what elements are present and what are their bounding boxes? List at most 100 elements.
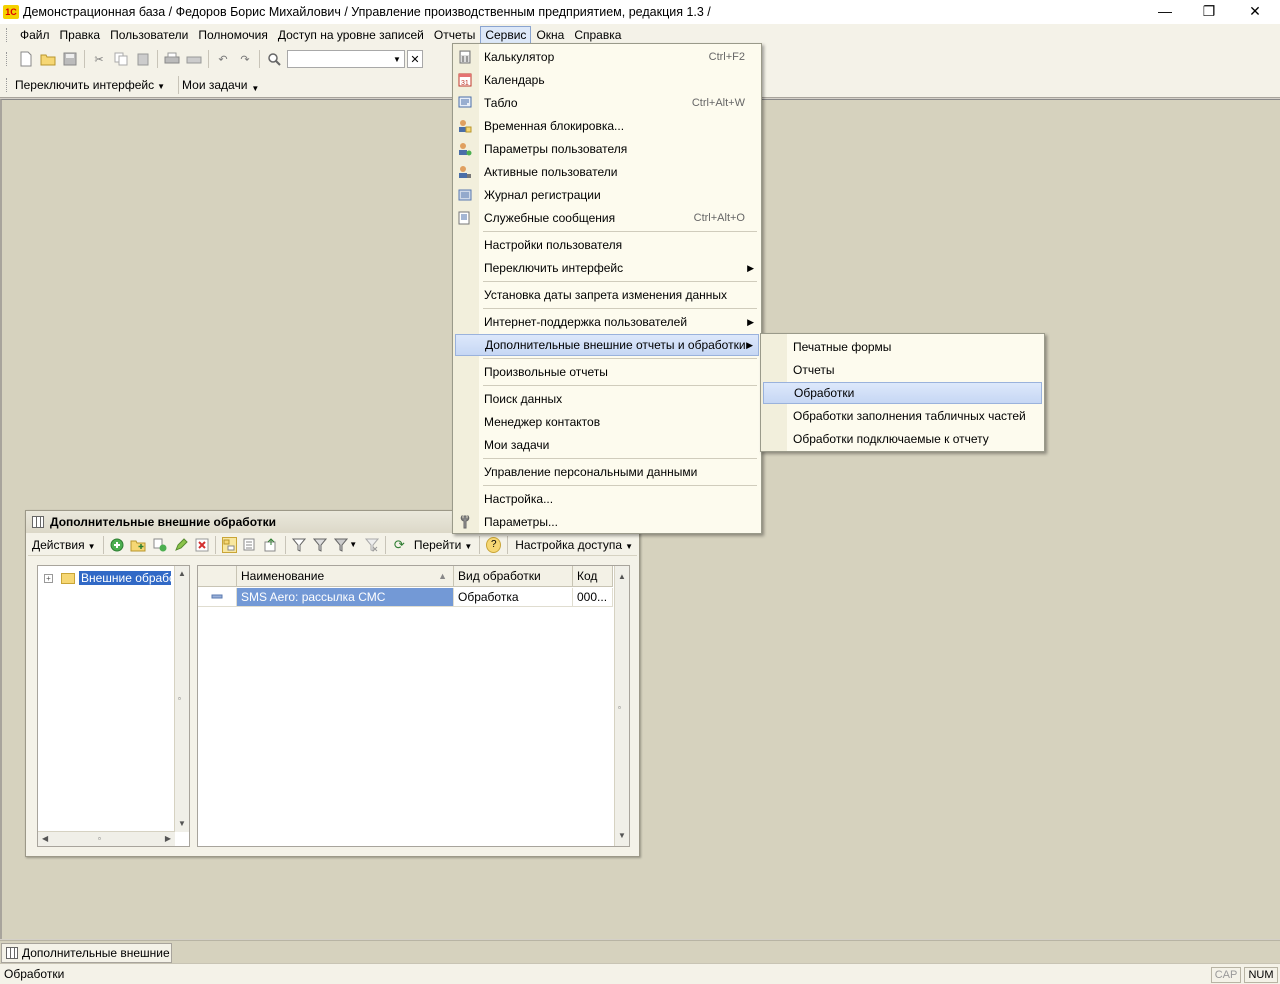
external-processing-window: Дополнительные внешние обработки Действи… [25, 510, 640, 857]
edit-icon[interactable] [173, 537, 188, 553]
submenu-item-processings[interactable]: Обработки [763, 382, 1042, 404]
menu-file[interactable]: Файл [15, 26, 55, 44]
menubar-grip [6, 28, 9, 42]
menu-item-parameters[interactable]: Параметры... [453, 511, 761, 533]
menu-record-access[interactable]: Доступ на уровне записей [273, 26, 429, 44]
paste-icon[interactable] [134, 50, 152, 68]
parent-level-icon[interactable] [264, 537, 279, 553]
menu-item-label: Произвольные отчеты [484, 365, 608, 379]
cut-icon[interactable]: ✂ [90, 50, 108, 68]
menu-item-calendar[interactable]: 31 Календарь [453, 69, 761, 91]
tree-vertical-scrollbar[interactable]: ▲ ▫ ▼ [174, 566, 189, 832]
menu-service[interactable]: Сервис [480, 26, 532, 44]
menu-item-service-messages[interactable]: Служебные сообщения Ctrl+Alt+O [453, 207, 761, 229]
submenu-item-print-forms[interactable]: Печатные формы [761, 336, 1044, 358]
search-dropdown-icon[interactable]: ▼ [390, 51, 404, 67]
menu-item-my-tasks[interactable]: Мои задачи [453, 434, 761, 456]
scroll-down-icon[interactable]: ▼ [178, 819, 186, 828]
menu-item-custom-reports[interactable]: Произвольные отчеты [453, 361, 761, 383]
menu-item-event-log[interactable]: Журнал регистрации [453, 184, 761, 206]
taskbar-window-button[interactable]: Дополнительные внешние ... [1, 943, 172, 963]
actions-menu-button[interactable]: Действия ▼ [28, 538, 100, 552]
table-cell-kind[interactable]: Обработка [454, 588, 573, 607]
chevron-down-icon[interactable]: ▼ [349, 540, 357, 549]
copy-icon[interactable] [112, 50, 130, 68]
search-input[interactable]: ▼ [287, 50, 405, 68]
menu-windows[interactable]: Окна [531, 26, 569, 44]
menu-item-internet-support[interactable]: Интернет-поддержка пользователей ▶ [453, 311, 761, 333]
menu-item-board[interactable]: Табло Ctrl+Alt+W [453, 92, 761, 114]
menu-item-switch-interface[interactable]: Переключить интерфейс ▶ [453, 257, 761, 279]
hierarchy-mode-icon[interactable] [221, 536, 237, 553]
menu-item-lock-date[interactable]: Установка даты запрета изменения данных [453, 284, 761, 306]
chevron-down-icon[interactable]: ▼ [251, 84, 259, 93]
menu-edit[interactable]: Правка [55, 26, 106, 44]
menu-users[interactable]: Пользователи [105, 26, 193, 44]
scroll-thumb-icon[interactable]: ▫ [618, 703, 621, 712]
close-button[interactable]: ✕ [1232, 0, 1278, 22]
scroll-thumb-icon[interactable]: ▫ [178, 694, 181, 703]
menu-item-contact-manager[interactable]: Менеджер контактов [453, 411, 761, 433]
copy-item-icon[interactable] [152, 537, 167, 553]
add-icon[interactable] [109, 537, 124, 553]
minimize-button[interactable]: — [1142, 0, 1188, 22]
submenu-item-reports[interactable]: Отчеты [761, 359, 1044, 381]
scroll-up-icon[interactable]: ▲ [178, 569, 186, 578]
table-cell-name[interactable]: SMS Aero: рассылка СМС [237, 588, 454, 607]
access-settings-button[interactable]: Настройка доступа ▼ [511, 538, 637, 552]
restore-button[interactable]: ❐ [1186, 0, 1232, 22]
scroll-thumb-icon[interactable]: ▫ [98, 834, 101, 843]
filter-by-value-icon[interactable] [312, 537, 327, 553]
submenu-item-table-fill-processings[interactable]: Обработки заполнения табличных частей [761, 405, 1044, 427]
filter-icon[interactable] [292, 537, 307, 553]
menu-item-external-reports[interactable]: Дополнительные внешние отчеты и обработк… [455, 334, 759, 356]
column-header-code[interactable]: Код [573, 566, 613, 587]
menu-help[interactable]: Справка [569, 26, 626, 44]
redo-icon[interactable]: ↷ [236, 50, 254, 68]
save-icon[interactable] [61, 50, 79, 68]
tree-item[interactable]: + Внешние обработки [38, 570, 171, 586]
open-folder-icon[interactable] [39, 50, 57, 68]
list-mode-icon[interactable] [243, 537, 258, 553]
my-tasks-button[interactable]: Мои задачи [182, 78, 247, 92]
menu-item-label: Табло [484, 96, 518, 110]
clear-filter-icon[interactable] [364, 537, 379, 553]
column-header-name[interactable]: Наименование ▲ [237, 566, 454, 587]
search-icon[interactable] [265, 50, 283, 68]
goto-menu-button[interactable]: Перейти ▼ [410, 538, 476, 552]
refresh-icon[interactable]: ⟳ [392, 537, 407, 553]
print-icon[interactable] [163, 50, 181, 68]
expand-icon[interactable]: + [44, 573, 53, 583]
table-cell-code[interactable]: 000... [573, 588, 613, 607]
menu-item-user-params[interactable]: Параметры пользователя [453, 138, 761, 160]
search-clear-icon[interactable]: ✕ [407, 50, 423, 68]
menu-item-temp-lock[interactable]: Временная блокировка... [453, 115, 761, 137]
filter-history-icon[interactable] [333, 537, 348, 553]
menu-item-label: Обработки [794, 386, 855, 400]
menu-item-setup[interactable]: Настройка... [453, 488, 761, 510]
tree-horizontal-scrollbar[interactable]: ◀ ▫ ▶ [38, 831, 175, 846]
menu-item-data-search[interactable]: Поиск данных [453, 388, 761, 410]
scroll-down-icon[interactable]: ▼ [618, 831, 626, 840]
help-icon[interactable]: ? [486, 536, 502, 553]
add-folder-icon[interactable] [130, 537, 146, 553]
menu-reports[interactable]: Отчеты [429, 26, 480, 44]
menu-item-calculator[interactable]: Калькулятор Ctrl+F2 [453, 46, 761, 68]
menu-permissions[interactable]: Полномочия [193, 26, 272, 44]
submenu-item-report-processings[interactable]: Обработки подключаемые к отчету [761, 428, 1044, 450]
scroll-left-icon[interactable]: ◀ [42, 834, 48, 843]
table-vertical-scrollbar[interactable]: ▲ ▫ ▼ [614, 566, 629, 846]
menu-item-personal-data[interactable]: Управление персональными данными [453, 461, 761, 483]
scroll-right-icon[interactable]: ▶ [165, 834, 171, 843]
print-preview-icon[interactable] [185, 50, 203, 68]
scroll-up-icon[interactable]: ▲ [618, 572, 626, 581]
menu-item-user-settings[interactable]: Настройки пользователя [453, 234, 761, 256]
delete-icon[interactable] [194, 537, 209, 553]
new-document-icon[interactable] [17, 50, 35, 68]
menu-item-label: Отчеты [793, 363, 835, 377]
column-header-kind[interactable]: Вид обработки [454, 566, 573, 587]
undo-icon[interactable]: ↶ [214, 50, 232, 68]
switch-interface-button[interactable]: Переключить интерфейс ▼ [15, 78, 165, 92]
menu-item-active-users[interactable]: Активные пользователи [453, 161, 761, 183]
column-header-label: Наименование [241, 569, 325, 583]
